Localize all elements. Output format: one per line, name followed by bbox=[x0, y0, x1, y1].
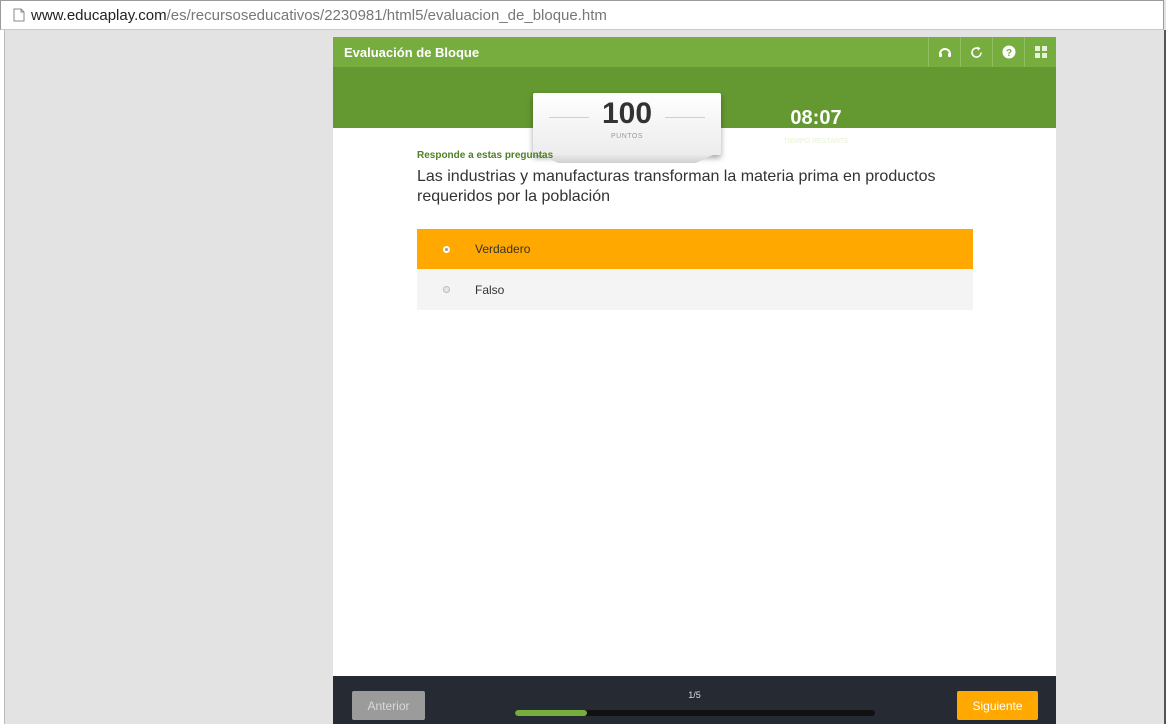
timer-label: TIEMPO RESTANTE bbox=[783, 138, 849, 145]
browser-address-bar[interactable]: www.educaplay.com/es/recursoseducativos/… bbox=[0, 0, 1164, 30]
score-card: 100 PUNTOS bbox=[533, 93, 721, 155]
quiz-app: Evaluación de Bloque ? 100 PUNTOS 08:07 … bbox=[333, 37, 1056, 724]
answer-label: Falso bbox=[475, 282, 505, 297]
toolbar: ? bbox=[928, 37, 1056, 67]
question-prompt: Responde a estas preguntas bbox=[417, 150, 554, 161]
answer-option-falso[interactable]: Falso bbox=[417, 269, 973, 310]
title-bar: Evaluación de Bloque ? bbox=[333, 37, 1056, 67]
progress-bar bbox=[515, 710, 875, 716]
score-label: PUNTOS bbox=[610, 133, 644, 140]
restart-icon[interactable] bbox=[960, 37, 992, 67]
timer-value: 08:07 bbox=[790, 107, 842, 129]
radio-unselected[interactable] bbox=[443, 286, 450, 293]
answer-option-verdadero[interactable]: Verdadero bbox=[417, 229, 973, 269]
header-band: 100 PUNTOS 08:07 TIEMPO RESTANTE bbox=[333, 67, 1056, 155]
url-text[interactable]: www.educaplay.com/es/recursoseducativos/… bbox=[31, 7, 607, 24]
radio-selected[interactable] bbox=[443, 245, 450, 253]
answer-label: Verdadero bbox=[475, 242, 531, 256]
help-icon[interactable]: ? bbox=[992, 37, 1024, 67]
score-value: 100 bbox=[601, 97, 653, 130]
svg-text:?: ? bbox=[1005, 48, 1011, 59]
page-icon bbox=[13, 8, 25, 22]
window-left-edge bbox=[0, 30, 5, 724]
question-text: Las industrias y manufacturas transforma… bbox=[417, 168, 936, 205]
progress-counter: 1/5 bbox=[688, 690, 701, 700]
url-host: www.educaplay.com bbox=[31, 6, 167, 24]
progress-fill bbox=[515, 710, 587, 716]
activity-title: Evaluación de Bloque bbox=[344, 45, 480, 60]
footer-bar: Anterior 1/5 Siguiente bbox=[333, 676, 1056, 724]
next-button[interactable]: Siguiente bbox=[957, 691, 1038, 720]
headset-icon[interactable] bbox=[928, 37, 960, 67]
answer-list: Verdadero Falso bbox=[417, 229, 973, 310]
url-path: /es/recursoseducativos/2230981/html5/eva… bbox=[166, 6, 607, 24]
grid-icon[interactable] bbox=[1024, 37, 1056, 67]
